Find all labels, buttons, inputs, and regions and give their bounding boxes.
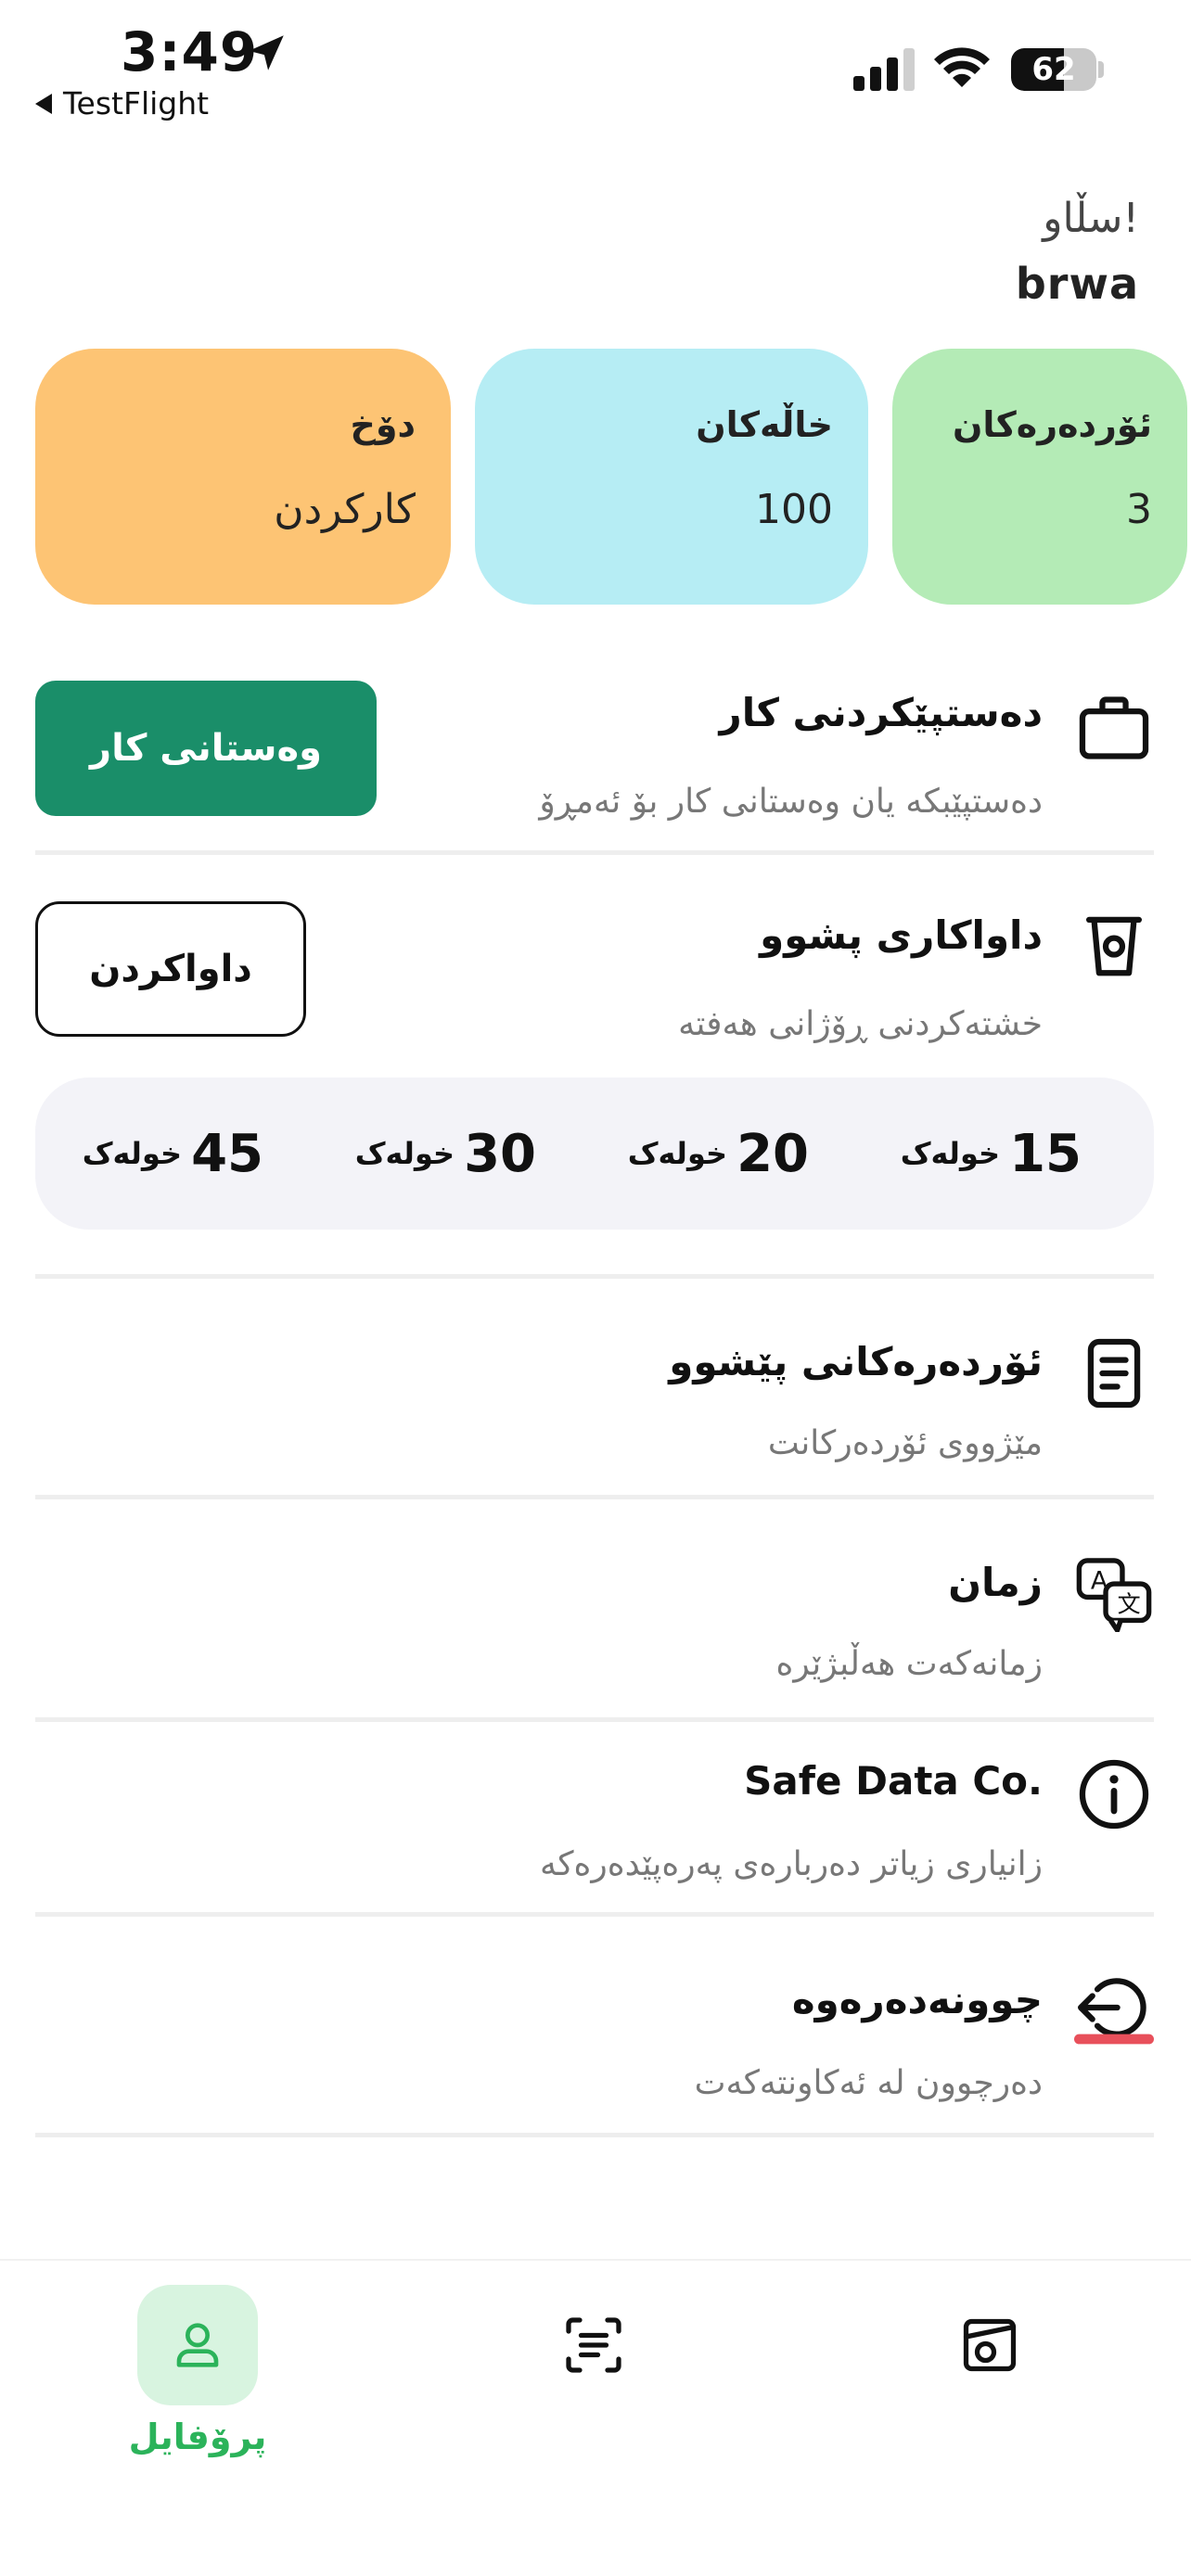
- back-to-app-link[interactable]: TestFlight: [35, 85, 209, 121]
- break-option-unit: خولەک: [627, 1136, 728, 1171]
- about-item[interactable]: Safe Data Co. زانیاری زیاتر دەربارەی پەر…: [35, 1749, 1154, 1888]
- orders-history-item[interactable]: ئۆردەرەکانی پێشوو مێژووی ئۆردەرکانت: [35, 1332, 1154, 1471]
- info-icon: [1079, 1759, 1149, 1830]
- status-card-value: کارکردن: [274, 486, 416, 533]
- cellular-signal-icon: [853, 48, 915, 91]
- request-break-button[interactable]: داواکردن: [35, 901, 306, 1037]
- user-name: brwa: [1015, 259, 1139, 309]
- status-bar: 3:49 TestFlight 62: [0, 0, 1191, 139]
- language-subtitle: زمانەکەت هەڵبژێرە: [775, 1645, 1043, 1683]
- orders-history-title: ئۆردەرەکانی پێشوو: [669, 1339, 1043, 1384]
- break-section: داواکردن داواکاری پشوو خشتەکردنی ڕۆژانی …: [35, 901, 1154, 1050]
- location-arrow-icon: [249, 35, 284, 70]
- divider: [35, 1495, 1154, 1499]
- battery-indicator: 62: [1011, 48, 1096, 91]
- greeting-hello: سڵاو!: [1043, 195, 1139, 242]
- break-subtitle: خشتەکردنی ڕۆژانی هەفتە: [678, 1005, 1043, 1043]
- break-option-45[interactable]: 45 خولەک: [83, 1078, 263, 1230]
- about-title: Safe Data Co.: [744, 1758, 1043, 1804]
- user-icon: [176, 2323, 219, 2367]
- wifi-icon: [934, 47, 990, 87]
- coffee-cup-icon: [1085, 916, 1143, 976]
- status-card-title: دۆخ: [350, 404, 416, 445]
- photo-frame-icon: [963, 2318, 1017, 2372]
- scan-text-icon: [566, 2317, 621, 2373]
- stop-work-button[interactable]: وەستانی کار: [35, 681, 377, 816]
- back-triangle-icon: [35, 93, 52, 114]
- work-title: دەستپێکردنی کار: [719, 690, 1043, 735]
- break-option-20[interactable]: 20 خولەک: [628, 1078, 809, 1230]
- status-time: 3:49: [121, 20, 259, 83]
- divider: [35, 1717, 1154, 1722]
- battery-nub: [1098, 61, 1104, 78]
- work-subtitle: دەستپێبکە یان وەستانی کار بۆ ئەمڕۆ: [539, 783, 1043, 821]
- nav-profile-tab[interactable]: [137, 2285, 258, 2405]
- points-card: خاڵەکان 100: [475, 349, 868, 605]
- divider: [35, 1912, 1154, 1917]
- logout-title: چوونەدەرەوە: [791, 1977, 1043, 2022]
- stat-cards: دۆخ کارکردن خاڵەکان 100 ئۆردەرەکان 3: [35, 349, 1187, 605]
- orders-card-title: ئۆردەرەکان: [952, 404, 1152, 445]
- break-option-value: 30: [464, 1123, 536, 1184]
- break-duration-options: 15 خولەک 20 خولەک 30 خولەک 45 خولەک: [35, 1078, 1154, 1230]
- translate-icon: A 文: [1076, 1558, 1152, 1632]
- briefcase-icon: [1079, 696, 1149, 759]
- nav-photo-tab[interactable]: [929, 2285, 1050, 2405]
- orders-card: ئۆردەرەکان 3: [892, 349, 1187, 605]
- break-option-unit: خولەک: [900, 1136, 1001, 1171]
- divider: [35, 2133, 1154, 2137]
- break-option-value: 20: [736, 1123, 809, 1184]
- language-title: زمان: [948, 1560, 1043, 1605]
- break-title: داواکاری پشوو: [760, 912, 1043, 958]
- break-option-value: 15: [1009, 1123, 1082, 1184]
- points-card-title: خاڵەکان: [696, 404, 833, 445]
- break-option-unit: خولەک: [354, 1136, 455, 1171]
- orders-card-value: 3: [1126, 486, 1152, 533]
- svg-text:文: 文: [1118, 1591, 1141, 1618]
- nav-scan-tab[interactable]: [533, 2285, 654, 2405]
- break-option-value: 45: [191, 1123, 263, 1184]
- points-card-value: 100: [755, 486, 833, 533]
- break-option-30[interactable]: 30 خولەک: [355, 1078, 536, 1230]
- break-option-15[interactable]: 15 خولەک: [901, 1078, 1082, 1230]
- divider: [35, 1274, 1154, 1279]
- about-subtitle: زانیاری زیاتر دەربارەی پەرەپێدەرەکە: [540, 1845, 1043, 1883]
- greeting: سڵاو! brwa: [1016, 195, 1139, 309]
- battery-level: 62: [1031, 51, 1076, 88]
- bottom-navigation: پرۆفایل: [0, 2259, 1191, 2576]
- orders-history-subtitle: مێژووی ئۆردەرکانت: [767, 1424, 1043, 1462]
- logout-subtitle: دەرچوون لە ئەکاونتەکەت: [694, 2064, 1043, 2102]
- divider: [35, 850, 1154, 855]
- break-option-unit: خولەک: [82, 1136, 183, 1171]
- nav-profile-label: پرۆفایل: [128, 2417, 267, 2457]
- logout-item[interactable]: چوونەدەرەوە دەرچوون لە ئەکاونتەکەت: [35, 1968, 1154, 2107]
- logout-icon: [1074, 1978, 1154, 2045]
- work-section: وەستانی کار دەستپێکردنی کار دەستپێبکە یا…: [35, 679, 1154, 827]
- back-app-label: TestFlight: [63, 85, 210, 121]
- document-list-icon: [1087, 1338, 1141, 1409]
- status-card: دۆخ کارکردن: [35, 349, 451, 605]
- language-item[interactable]: زمان زمانەکەت هەڵبژێرە A 文: [35, 1552, 1154, 1691]
